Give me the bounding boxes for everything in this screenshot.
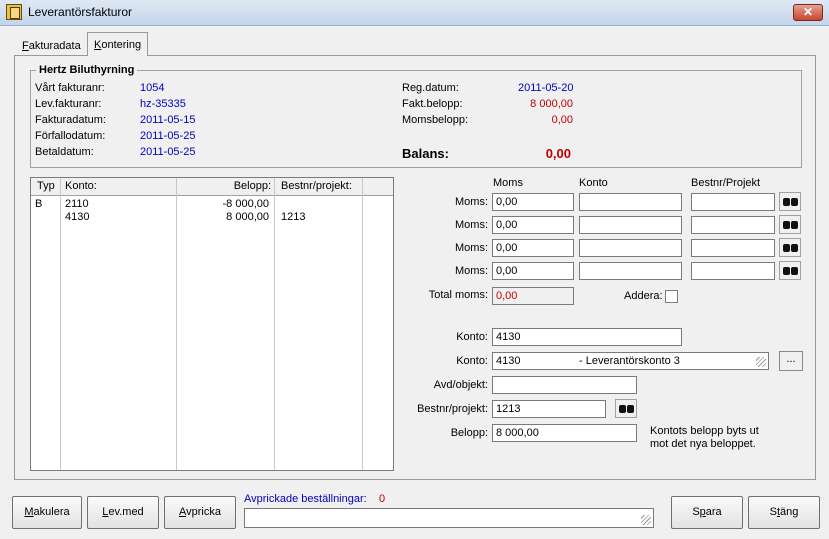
col-header-belopp[interactable]: Belopp: xyxy=(177,180,271,192)
avd-objekt-label: Avd/objekt: xyxy=(433,379,488,391)
vart-fakturanr-value: 1054 xyxy=(140,82,165,94)
stang-button[interactable]: Stäng xyxy=(748,496,820,529)
forfallodatum-value: 2011-05-25 xyxy=(140,130,196,142)
konto2-select[interactable]: 4130 - Leverantörskonto 3 xyxy=(492,352,769,370)
moms-row1-bestnr-input[interactable] xyxy=(691,193,775,211)
moms-row1-konto-input[interactable] xyxy=(579,193,682,211)
lev-fakturanr-label: Lev.fakturanr: xyxy=(35,98,102,110)
balans-value: 0,00 xyxy=(545,146,571,161)
moms-row3-search-binoculars-icon[interactable] xyxy=(779,238,801,257)
moms-row1-search-binoculars-icon[interactable] xyxy=(779,192,801,211)
belopp-info-line2: mot det nya beloppet. xyxy=(650,438,756,450)
belopp-label: Belopp: xyxy=(450,427,488,439)
row2-bestnr[interactable]: 1213 xyxy=(281,211,305,223)
momsbelopp-value: 0,00 xyxy=(551,114,573,126)
moms-row3-input[interactable]: 0,00 xyxy=(492,239,574,257)
moms-row1-input[interactable]: 0,00 xyxy=(492,193,574,211)
avpricka-button[interactable]: Avpricka xyxy=(164,496,236,529)
betaldatum-label: Betaldatum: xyxy=(35,146,94,158)
konto1-label: Konto: xyxy=(456,331,488,343)
balans-label: Balans: xyxy=(402,146,449,161)
tab-kontering[interactable]: Kontering xyxy=(87,32,149,56)
total-moms-value: 0,00 xyxy=(492,287,574,305)
row1-typ[interactable]: B xyxy=(35,198,42,210)
konto-col-header: Konto xyxy=(579,177,608,189)
moms-row4-label: Moms: xyxy=(455,265,488,277)
konto2-name: - Leverantörskonto 3 xyxy=(579,355,680,367)
company-name: Hertz Biluthyrning xyxy=(36,64,138,76)
bestnr-search-binoculars-icon[interactable] xyxy=(615,399,637,418)
konto1-input[interactable]: 4130 xyxy=(492,328,682,346)
momsbelopp-label: Momsbelopp: xyxy=(402,114,469,126)
row2-belopp[interactable]: 8 000,00 xyxy=(177,211,269,223)
row2-konto[interactable]: 4130 xyxy=(65,211,89,223)
moms-col-header: Moms xyxy=(493,177,523,189)
moms-row2-input[interactable]: 0,00 xyxy=(492,216,574,234)
moms-row4-input[interactable]: 0,00 xyxy=(492,262,574,280)
total-moms-label: Total moms: xyxy=(428,289,488,301)
spara-button[interactable]: Spara xyxy=(671,496,743,529)
tab-fakturadata[interactable]: Fakturadata xyxy=(16,36,87,55)
konto2-label: Konto: xyxy=(456,355,488,367)
col-header-typ[interactable]: Typ xyxy=(37,180,55,192)
avprickade-count: 0 xyxy=(379,493,386,505)
close-button[interactable]: ✕ xyxy=(793,4,823,21)
reg-datum-label: Reg.datum: xyxy=(402,82,459,94)
moms-row3-konto-input[interactable] xyxy=(579,239,682,257)
col-header-konto[interactable]: Konto: xyxy=(65,180,97,192)
moms-row2-bestnr-input[interactable] xyxy=(691,216,775,234)
moms-row2-search-binoculars-icon[interactable] xyxy=(779,215,801,234)
betaldatum-value: 2011-05-25 xyxy=(140,146,196,158)
bestnr-projekt-label: Bestnr/projekt: xyxy=(417,403,488,415)
addera-checkbox[interactable] xyxy=(665,290,678,303)
moms-row1-label: Moms: xyxy=(455,196,488,208)
row1-belopp[interactable]: -8 000,00 xyxy=(177,198,269,210)
moms-row4-konto-input[interactable] xyxy=(579,262,682,280)
fakt-belopp-value: 8 000,00 xyxy=(530,98,573,110)
moms-row4-search-binoculars-icon[interactable] xyxy=(779,261,801,280)
addera-label: Addera: xyxy=(624,290,663,302)
fakt-belopp-label: Fakt.belopp: xyxy=(402,98,463,110)
moms-row2-konto-input[interactable] xyxy=(579,216,682,234)
kontering-grid[interactable]: Typ Konto: Belopp: Bestnr/projekt: B 211… xyxy=(30,177,394,471)
moms-row4-bestnr-input[interactable] xyxy=(691,262,775,280)
row1-konto[interactable]: 2110 xyxy=(65,198,89,210)
app-icon xyxy=(6,4,22,20)
moms-row3-label: Moms: xyxy=(455,242,488,254)
reg-datum-value: 2011-05-20 xyxy=(518,82,574,94)
lev-med-button[interactable]: Lev.med xyxy=(87,496,159,529)
belopp-info-line1: Kontots belopp byts ut xyxy=(650,425,759,437)
avprickade-list[interactable] xyxy=(244,508,654,528)
window-title: Leverantörsfakturor xyxy=(28,5,133,19)
resize-grip-icon xyxy=(756,357,766,367)
resize-grip-icon xyxy=(641,515,651,525)
konto2-number: 4130 xyxy=(496,355,521,367)
lev-fakturanr-value: hz-35335 xyxy=(140,98,186,110)
bestnr-projekt-input[interactable]: 1213 xyxy=(492,400,606,418)
col-header-bestnr[interactable]: Bestnr/projekt: xyxy=(281,180,352,192)
forfallodatum-label: Förfallodatum: xyxy=(35,130,106,142)
vart-fakturanr-label: Vårt fakturanr: xyxy=(35,82,105,94)
fakturadatum-value: 2011-05-15 xyxy=(140,114,196,126)
belopp-input[interactable]: 8 000,00 xyxy=(492,424,637,442)
browse-konto-button[interactable]: ... xyxy=(779,351,803,371)
moms-row3-bestnr-input[interactable] xyxy=(691,239,775,257)
bestnr-col-header: Bestnr/Projekt xyxy=(691,177,761,189)
moms-row2-label: Moms: xyxy=(455,219,488,231)
fakturadatum-label: Fakturadatum: xyxy=(35,114,106,126)
makulera-button[interactable]: Makulera xyxy=(12,496,82,529)
avprickade-label: Avprickade beställningar: xyxy=(244,493,367,505)
avd-objekt-input[interactable] xyxy=(492,376,637,394)
